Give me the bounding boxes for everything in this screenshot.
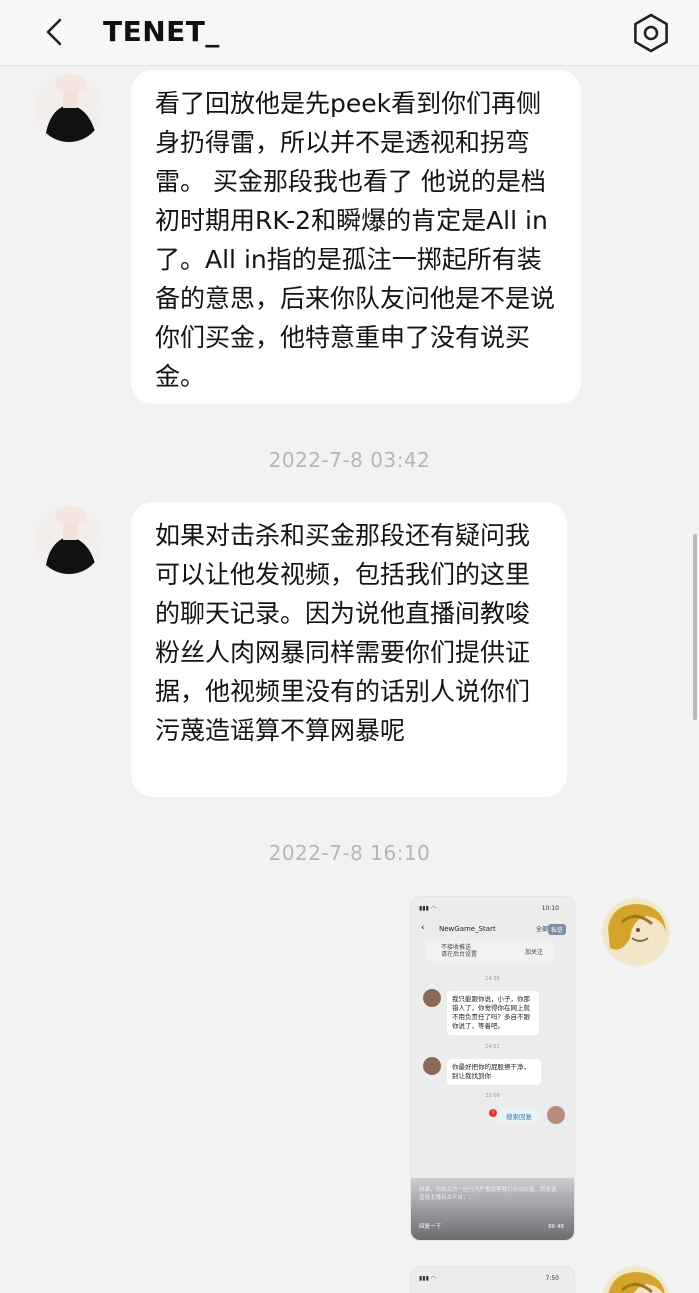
screenshot-header: ‹ NewGame_Start 全部 私信 [411, 921, 574, 941]
screenshot-image-message[interactable]: ▮▮▮ ◠ 10:10 ‹ NewGame_Start 全部 私信 不接收推送请… [410, 896, 575, 1241]
screenshot-content: ▮▮▮ ◠ 10:10 ‹ NewGame_Start 全部 私信 不接收推送请… [411, 897, 574, 1240]
back-button[interactable] [36, 12, 76, 52]
timestamp: 2022-7-8 16:10 [268, 841, 431, 865]
chat-title: TENET_ [103, 15, 220, 48]
screenshot-status-bar: ▮▮▮ ◠ 7:50 [419, 1275, 559, 1282]
screenshot-notice-bar: 不接收推送 请在后台设置 加关注 [425, 941, 553, 961]
message-bubble[interactable]: 看了回放他是先peek看到你们再侧身扔得雷，所以并不是透视和拐弯雷。 买金那段我… [131, 70, 581, 404]
screenshot-error-dot: ! [489, 1109, 497, 1117]
own-avatar[interactable] [602, 1266, 670, 1293]
hexagon-settings-icon [634, 13, 668, 53]
own-avatar[interactable] [602, 898, 670, 966]
screenshot-avatar [423, 1057, 441, 1075]
contact-avatar[interactable] [35, 506, 103, 574]
screenshot-avatar [547, 1106, 565, 1124]
contact-avatar[interactable] [35, 74, 103, 142]
message-bubble[interactable]: 如果对击杀和买金那段还有疑问我可以让他发视频，包括我们的这里的聊天记录。因为说他… [131, 502, 567, 797]
message-text: 如果对击杀和买金那段还有疑问我可以让他发视频，包括我们的这里的聊天记录。因为说他… [155, 521, 531, 745]
screenshot-image-message[interactable]: ▮▮▮ ◠ 7:50 [410, 1266, 575, 1293]
screenshot-chip: 搜索回复 [499, 1108, 539, 1124]
message-text: 看了回放他是先peek看到你们再侧身扔得雷，所以并不是透视和拐弯雷。 买金那段我… [155, 89, 556, 391]
timestamp: 2022-7-8 03:42 [268, 448, 431, 472]
screenshot-status-bar: ▮▮▮ ◠ 10:10 [419, 905, 559, 912]
screenshot-message: 我只能跟你说，小子，你那错人了，你觉得你在网上就不用负责任了吗？多自不跟你说了，… [447, 991, 539, 1035]
screenshot-message: 你最好把你的屁股擦干净，别让我找到你 [447, 1059, 541, 1085]
scrollbar[interactable] [693, 534, 697, 720]
screenshot-bottom-panel: 网暴，他相关的一些行为严重损害我们合法权益，同意请直接主播有关平台，... 回复… [411, 1178, 574, 1240]
screenshot-avatar [423, 989, 441, 1007]
chevron-left-icon [46, 18, 62, 46]
settings-button[interactable] [628, 10, 674, 56]
top-bar: TENET_ [0, 0, 699, 66]
